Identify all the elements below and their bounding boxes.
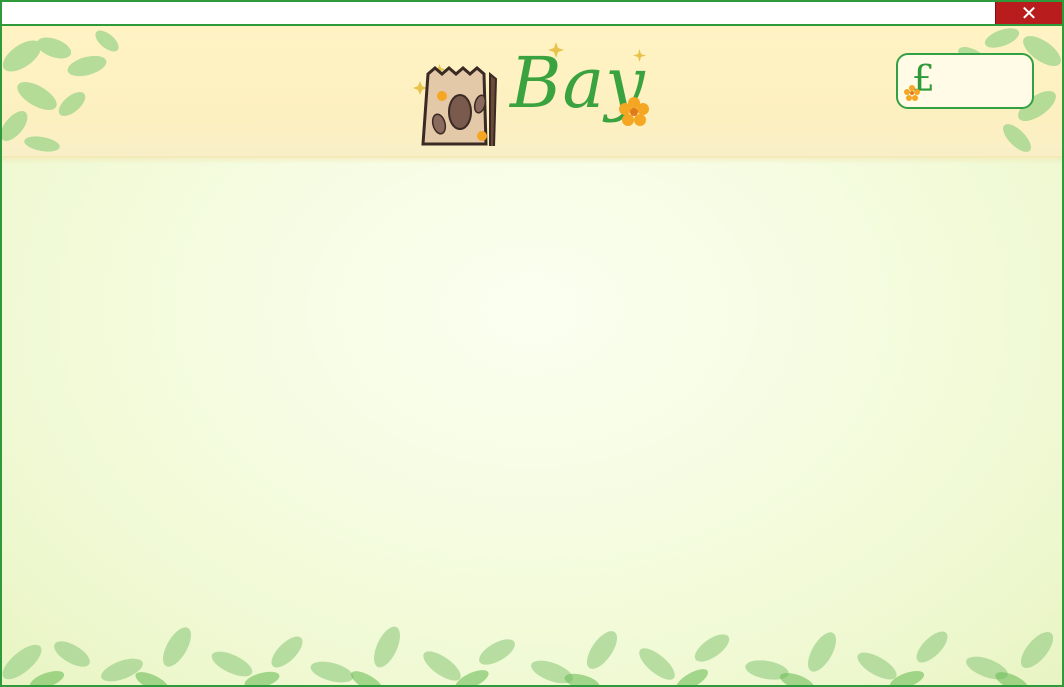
shop-header: Bay £ <box>2 26 1062 164</box>
balance-display[interactable]: £ <box>896 53 1034 109</box>
bay-logo: Bay <box>410 38 658 154</box>
sparkle-icon <box>548 42 646 62</box>
flower-icon <box>904 85 920 101</box>
close-button[interactable]: ✕ <box>995 2 1062 24</box>
foliage-bottom <box>2 626 1054 685</box>
title-bar: ✕ <box>2 2 1062 26</box>
shop-content-area <box>2 158 1062 598</box>
seed-bag-icon <box>413 64 498 146</box>
bay-window: ✕ Bay £ <box>0 0 1064 687</box>
foliage-top-left <box>2 30 119 152</box>
flower-icon <box>619 97 649 126</box>
